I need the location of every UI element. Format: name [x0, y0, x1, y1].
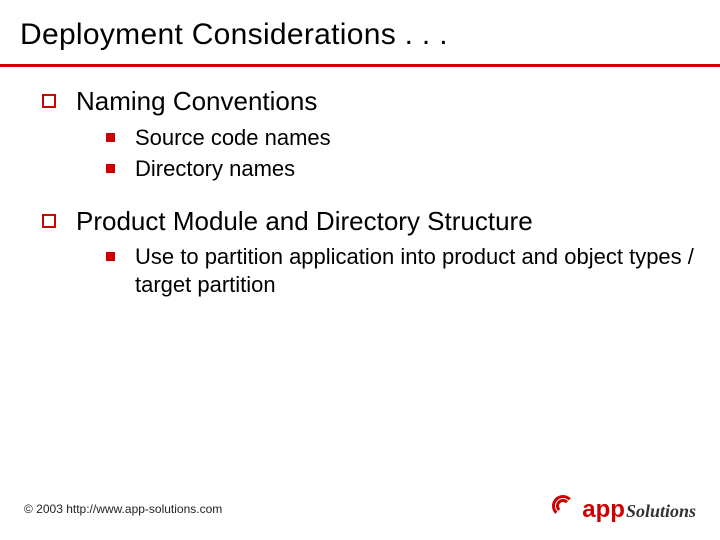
bullet-text: Naming Conventions [76, 85, 317, 118]
bullet-level1: Product Module and Directory Structure [42, 205, 700, 238]
copyright-text: © 2003 http://www.app-solutions.com [24, 502, 222, 516]
bullet-level2: Directory names [106, 155, 700, 183]
logo-arcs-icon [552, 495, 580, 517]
hollow-square-icon [42, 214, 56, 228]
bullet-level1: Naming Conventions [42, 85, 700, 118]
spacer [20, 187, 700, 197]
logo-text-app: app [582, 498, 625, 522]
content-area: Naming Conventions Source code names Dir… [0, 85, 720, 298]
bullet-level2: Source code names [106, 124, 700, 152]
bullet-text: Directory names [135, 155, 295, 183]
bullet-text: Use to partition application into produc… [135, 243, 700, 298]
logo-text-solutions: Solutions [626, 502, 696, 520]
bullet-level2: Use to partition application into produc… [106, 243, 700, 298]
hollow-square-icon [42, 94, 56, 108]
footer: © 2003 http://www.app-solutions.com app … [0, 495, 720, 522]
slide-title: Deployment Considerations . . . [0, 0, 720, 58]
bullet-text: Product Module and Directory Structure [76, 205, 533, 238]
filled-square-icon [106, 133, 115, 142]
filled-square-icon [106, 252, 115, 261]
slide: Deployment Considerations . . . Naming C… [0, 0, 720, 540]
title-underline [0, 64, 720, 67]
bullet-text: Source code names [135, 124, 331, 152]
filled-square-icon [106, 164, 115, 173]
logo: app Solutions [552, 495, 696, 522]
